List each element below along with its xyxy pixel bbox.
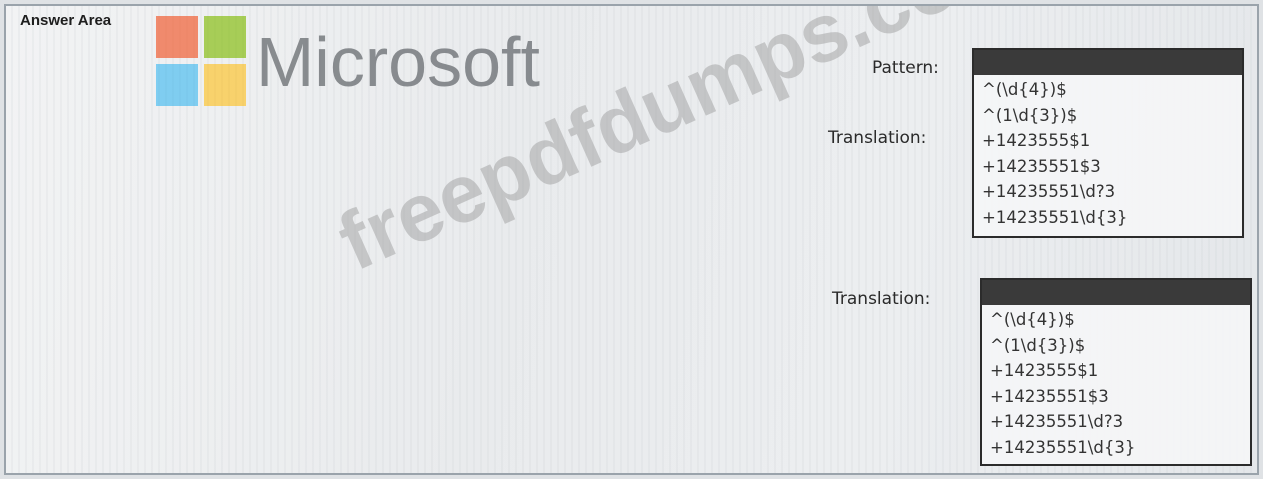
translation-option[interactable]: +14235551\d?3 xyxy=(990,409,1250,435)
pattern-option[interactable]: ^(\d{4})$ xyxy=(982,77,1242,103)
microsoft-logo: Microsoft xyxy=(156,16,576,116)
answer-area-panel: Answer Area Microsoft Pattern: Translati… xyxy=(4,4,1259,475)
logo-red-square xyxy=(156,16,198,58)
pattern-option[interactable]: +14235551\d{3} xyxy=(982,205,1242,231)
translation-option[interactable]: ^(1\d{3})$ xyxy=(990,333,1250,359)
pattern-options-list: ^(\d{4})$ ^(1\d{3})$ +1423555$1 +1423555… xyxy=(974,75,1242,230)
logo-blue-square xyxy=(156,64,198,106)
translation-option[interactable]: +1423555$1 xyxy=(990,358,1250,384)
translation-dropdown-header[interactable] xyxy=(982,280,1250,305)
pattern-dropdown-header[interactable] xyxy=(974,50,1242,75)
pattern-option[interactable]: ^(1\d{3})$ xyxy=(982,103,1242,129)
answer-area-title: Answer Area xyxy=(20,12,112,29)
pattern-option[interactable]: +14235551\d?3 xyxy=(982,179,1242,205)
logo-yellow-square xyxy=(204,64,246,106)
translation-option[interactable]: +14235551$3 xyxy=(990,384,1250,410)
logo-wordmark: Microsoft xyxy=(256,23,540,101)
translation-label-overlap: Translation: xyxy=(828,128,927,148)
translation-dropdown[interactable]: ^(\d{4})$ ^(1\d{3})$ +1423555$1 +1423555… xyxy=(980,278,1252,466)
translation-options-list: ^(\d{4})$ ^(1\d{3})$ +1423555$1 +1423555… xyxy=(982,305,1250,460)
translation-option[interactable]: ^(\d{4})$ xyxy=(990,307,1250,333)
pattern-label: Pattern: xyxy=(872,58,939,78)
pattern-dropdown[interactable]: ^(\d{4})$ ^(1\d{3})$ +1423555$1 +1423555… xyxy=(972,48,1244,238)
translation-option[interactable]: +14235551\d{3} xyxy=(990,435,1250,461)
pattern-option[interactable]: +14235551$3 xyxy=(982,154,1242,180)
pattern-option[interactable]: +1423555$1 xyxy=(982,128,1242,154)
logo-green-square xyxy=(204,16,246,58)
translation-label: Translation: xyxy=(832,289,931,309)
